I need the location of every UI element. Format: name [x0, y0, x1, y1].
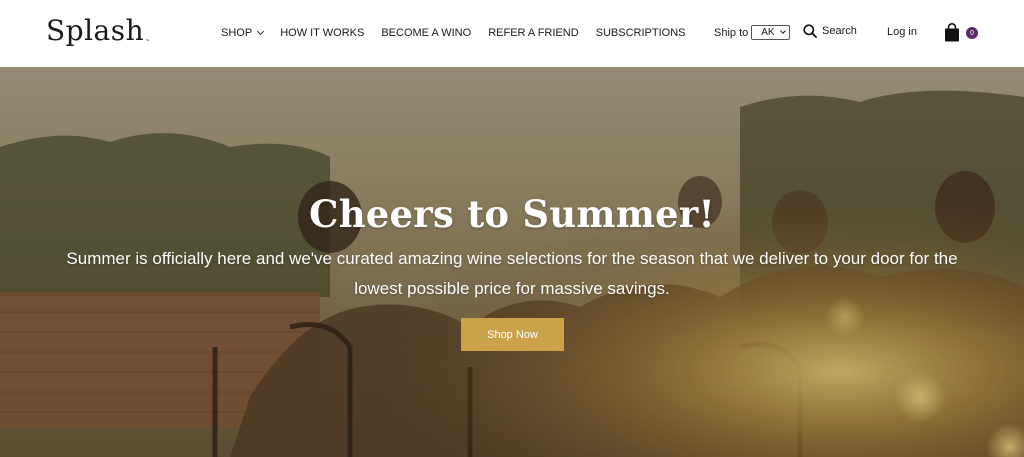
logo-text: Splash: [46, 14, 145, 47]
nav-item-label: SUBSCRIPTIONS: [595, 27, 686, 39]
cart-button[interactable]: [944, 23, 960, 47]
ship-to-selected-value: AK: [761, 27, 775, 38]
hero-title: Cheers to Summer!: [309, 192, 715, 236]
splash-logo[interactable]: Splash™: [46, 14, 150, 58]
search-icon: [803, 24, 817, 38]
chevron-down-icon: [780, 28, 787, 34]
nav-item-label: REFER A FRIEND: [488, 27, 579, 39]
ship-to: Ship to AK: [714, 25, 791, 40]
search-label: Search: [822, 25, 857, 37]
main-nav: SHOP HOW IT WORKS BECOME A WINO REFER A …: [221, 26, 703, 40]
shop-now-button[interactable]: Shop Now: [461, 318, 564, 351]
site-header: Splash™ SHOP HOW IT WORKS BECOME A WINO …: [0, 0, 1024, 67]
chevron-down-icon: [257, 27, 265, 36]
ship-to-label: Ship to: [714, 26, 749, 39]
nav-item-label: HOW IT WORKS: [280, 27, 365, 39]
shopping-bag-icon: [945, 23, 959, 42]
cart-count-badge: 0: [966, 27, 978, 39]
hero-banner: Cheers to Summer! Summer is officially h…: [0, 67, 1024, 457]
nav-item-label: SHOP: [221, 27, 253, 39]
logo-trademark: ™: [145, 38, 150, 43]
nav-item-label: BECOME A WINO: [381, 27, 472, 39]
search-button[interactable]: Search: [803, 24, 857, 38]
nav-item-shop[interactable]: SHOP: [221, 26, 265, 40]
nav-item-how-it-works[interactable]: HOW IT WORKS: [280, 26, 364, 40]
nav-item-subscriptions[interactable]: SUBSCRIPTIONS: [596, 26, 686, 40]
nav-item-become-a-wino[interactable]: BECOME A WINO: [381, 26, 471, 40]
ship-to-state-select[interactable]: AK: [751, 25, 791, 40]
login-link[interactable]: Log in: [887, 26, 917, 38]
hero-subtitle: Summer is officially here and we've cura…: [66, 249, 958, 298]
nav-item-refer-a-friend[interactable]: REFER A FRIEND: [488, 26, 578, 40]
